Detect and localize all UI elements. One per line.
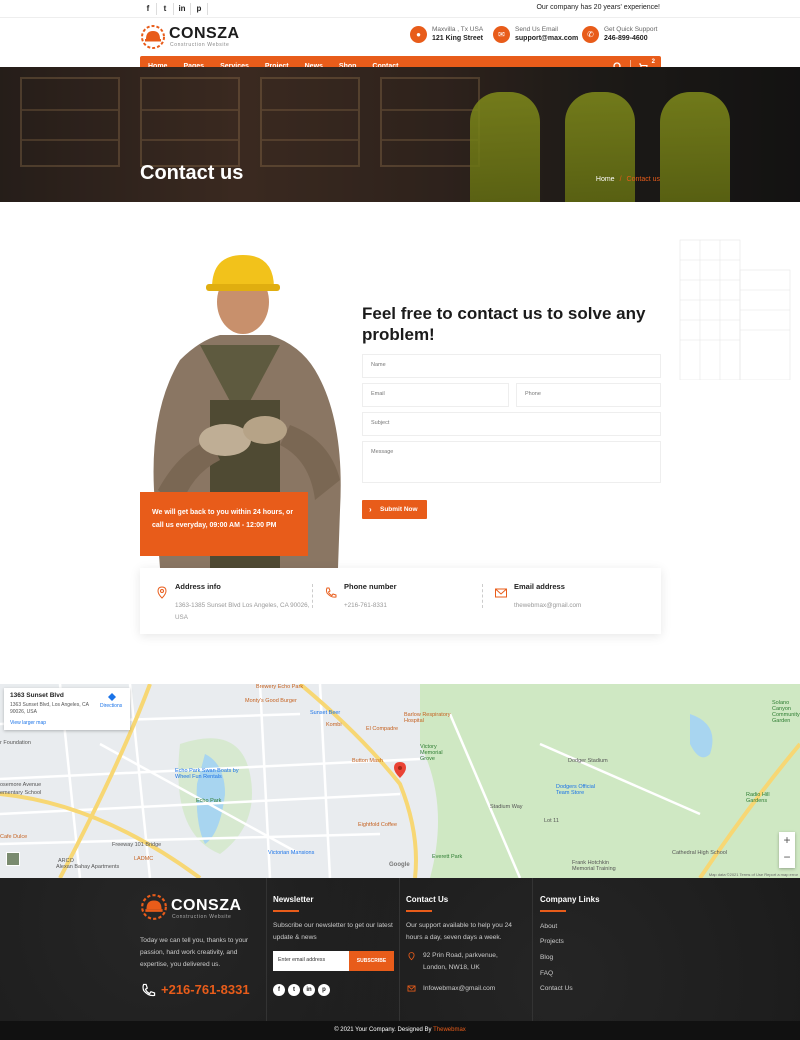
company-links-title: Company Links — [540, 895, 600, 904]
location-pin-icon — [157, 586, 167, 599]
name-input[interactable]: Name — [362, 354, 661, 378]
logo-name[interactable]: CONSZA — [169, 25, 240, 43]
subscribe-button[interactable]: SUBSCRIBE — [349, 951, 394, 971]
contact-form-title: Feel free to contact us to solve any pro… — [362, 304, 646, 344]
phone-input[interactable]: Phone — [516, 383, 661, 407]
zoom-in-button[interactable]: + — [779, 832, 795, 849]
building-sketch-decoration — [679, 239, 791, 380]
footer — [0, 878, 800, 1021]
newsletter-title: Newsletter — [273, 895, 314, 904]
footer-link-faq[interactable]: FAQ — [540, 970, 553, 977]
footer-about: Today we can tell you, thanks to your pa… — [140, 937, 249, 968]
footer-link-about[interactable]: About — [540, 923, 557, 930]
copyright-text: © 2021 Your Company. Designed By — [334, 1027, 432, 1033]
footer-contact-email[interactable]: Infowebmax@gmail.com — [423, 983, 495, 995]
footer-social-links: f t in p — [273, 984, 330, 996]
footer-contact-title: Contact Us — [406, 895, 449, 904]
breadcrumb: Home / Contact us — [596, 176, 660, 183]
footer-link-blog[interactable]: Blog — [540, 954, 553, 961]
footer-link-projects[interactable]: Projects — [540, 938, 564, 945]
location-pin-icon: ● — [410, 26, 427, 43]
logo-tagline: Construction Website — [170, 42, 230, 48]
designer-link[interactable]: Thewebmax — [433, 1027, 466, 1033]
pinterest-icon[interactable]: p — [318, 984, 330, 996]
twitter-icon[interactable]: t — [288, 984, 300, 996]
breadcrumb-home[interactable]: Home — [596, 176, 615, 183]
phone-icon: ✆ — [582, 26, 599, 43]
footer-contact-address: 92 Prin Road, parkvenue, London, NW18, U… — [423, 952, 498, 971]
top-social-links: f t in p — [140, 3, 208, 15]
topbar-message: Our company has 20 years' experience! — [536, 4, 660, 11]
twitter-icon[interactable]: t — [157, 3, 174, 15]
pinterest-icon[interactable]: p — [191, 3, 208, 15]
header-phone: ✆ Get Quick Support 246-899-4600 — [582, 25, 657, 44]
cart-count-badge: 2 — [651, 59, 655, 65]
page-banner — [0, 67, 800, 202]
footer-logo-icon[interactable] — [140, 893, 168, 921]
facebook-icon[interactable]: f — [273, 984, 285, 996]
newsletter-email-input[interactable]: Enter email address — [273, 951, 349, 971]
zoom-out-button[interactable]: − — [779, 849, 795, 866]
footer-link-contact[interactable]: Contact Us — [540, 985, 573, 992]
facebook-icon[interactable]: f — [140, 3, 157, 15]
footer-phone[interactable]: +216-761-8331 — [161, 982, 250, 997]
map-place-card: 1363 Sunset Blvd 1363 Sunset Blvd, Los A… — [4, 688, 130, 730]
response-time-callout: We will get back to you within 24 hours,… — [140, 492, 308, 556]
google-logo: Google — [389, 862, 410, 868]
map-marker-icon[interactable] — [394, 762, 406, 778]
linkedin-icon[interactable]: in — [303, 984, 315, 996]
phone-icon — [142, 983, 156, 997]
subject-input[interactable]: Subject — [362, 412, 661, 436]
email-input[interactable]: Email — [362, 383, 509, 407]
top-bar — [0, 0, 800, 18]
page-title: Contact us — [140, 162, 244, 184]
email-icon: ✉ — [493, 26, 510, 43]
email-icon — [407, 985, 416, 992]
contact-info-bar: Address info 1363-1385 Sunset Blvd Los A… — [140, 568, 661, 634]
map-credit[interactable]: Map data ©2021 Terms of Use Report a map… — [709, 872, 798, 877]
directions-link[interactable]: Directions — [100, 703, 122, 709]
header-address: ● Maxvilla , Tx USA 121 King Street — [410, 25, 483, 44]
header-email: ✉ Send Us Email support@max.com — [493, 25, 578, 44]
copyright-bar: © 2021 Your Company. Designed By Thewebm… — [0, 1021, 800, 1040]
submit-label: Submit Now — [380, 506, 418, 513]
location-pin-icon — [408, 952, 415, 961]
footer-contact-text: Our support available to help you 24 hou… — [406, 922, 512, 941]
footer-logo-tagline: Construction Website — [172, 914, 232, 920]
newsletter-text: Subscribe our newsletter to get our late… — [273, 922, 393, 941]
helmet-gear-logo-icon[interactable] — [140, 24, 166, 50]
map-zoom-controls[interactable]: + − — [779, 832, 795, 868]
breadcrumb-current: Contact us — [626, 176, 660, 183]
message-textarea[interactable]: Message — [362, 441, 661, 483]
footer-logo-name[interactable]: CONSZA — [171, 897, 242, 915]
linkedin-icon[interactable]: in — [174, 3, 191, 15]
view-larger-map-link[interactable]: View larger map — [10, 720, 46, 726]
submit-button[interactable]: › Submit Now — [362, 500, 427, 519]
breadcrumb-separator: / — [619, 176, 622, 183]
chevron-right-icon: › — [369, 505, 372, 514]
phone-icon — [326, 587, 337, 598]
map-satellite-toggle[interactable] — [6, 852, 20, 866]
directions-icon[interactable] — [108, 693, 116, 701]
email-icon — [495, 588, 507, 598]
